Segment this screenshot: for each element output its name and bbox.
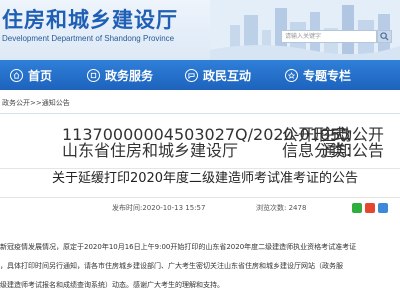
divider: [0, 168, 400, 169]
qzone-share-icon[interactable]: [378, 203, 388, 213]
nav-home-label: 首页: [28, 69, 53, 83]
nav-service[interactable]: 政务服务: [87, 67, 153, 84]
search-input[interactable]: 请输入关键字: [281, 30, 377, 43]
nav-service-label: 政务服务: [105, 69, 154, 83]
nav-interaction[interactable]: 政民互动: [185, 67, 251, 84]
service-icon: [87, 69, 100, 82]
breadcrumb[interactable]: 政务公开>>通知公告: [0, 96, 400, 110]
search-icon: [380, 32, 389, 41]
nav-topic[interactable]: 专题专栏: [285, 67, 351, 84]
nav-topic-label: 专题专栏: [303, 69, 352, 83]
article-body: 新冠疫情发展情况，原定于2020年10月16日上午9:00开始打印的山东省202…: [0, 238, 400, 295]
home-icon: [10, 69, 23, 82]
nav-interaction-label: 政民互动: [203, 69, 252, 83]
publish-date: 发布时间:2020-10-13 15:57: [112, 204, 206, 212]
view-count-label: 浏览次数:: [256, 204, 287, 212]
info-row-source: 山东省住房和城乡建设厅 信息分类: 通知公告: [0, 141, 400, 160]
publisher: 山东省住房和城乡建设厅: [62, 141, 239, 160]
site-banner: 住房和城乡建设厅 Development Department of Shand…: [0, 0, 400, 60]
info-row-index: 11370000004503027Q/2020-01055 公开形式: 主动公开: [0, 125, 400, 144]
paragraph: 级建造师考试报名和成绩查询系统）动态。感谢广大考生的理解和支持。: [0, 281, 224, 289]
nav-home[interactable]: 首页: [10, 67, 52, 84]
article-meta: 发布时间:2020-10-13 15:57 浏览次数: 2478: [0, 201, 400, 215]
site-title: 住房和城乡建设厅: [2, 8, 178, 32]
article-title: 关于延缓打印2020年度二级建造师考试准考证的公告: [51, 171, 359, 186]
paragraph: ，具体打印时间另行通知，请各市住房城乡建设部门、广大考生密切关注山东省住房和城乡…: [0, 262, 343, 270]
share-buttons: [352, 203, 388, 213]
main-nav: 首页 政务服务 政民互动 专题专栏: [0, 60, 400, 90]
topic-icon: [285, 69, 298, 82]
paragraph: 新冠疫情发展情况，原定于2020年10月16日上午9:00开始打印的山东省202…: [0, 243, 357, 251]
divider: [0, 113, 400, 114]
wechat-share-icon[interactable]: [352, 203, 362, 213]
divider: [0, 197, 400, 198]
category-value: 通知公告: [320, 141, 385, 160]
weibo-share-icon[interactable]: [365, 203, 375, 213]
view-count: 2478: [288, 204, 307, 212]
site-subtitle: Development Department of Shandong Provi…: [2, 34, 175, 43]
search-button[interactable]: [377, 30, 392, 43]
publish-form-value: 主动公开: [320, 125, 385, 144]
interaction-icon: [185, 69, 198, 82]
view-count-wrap: 浏览次数: 2478: [256, 201, 306, 215]
